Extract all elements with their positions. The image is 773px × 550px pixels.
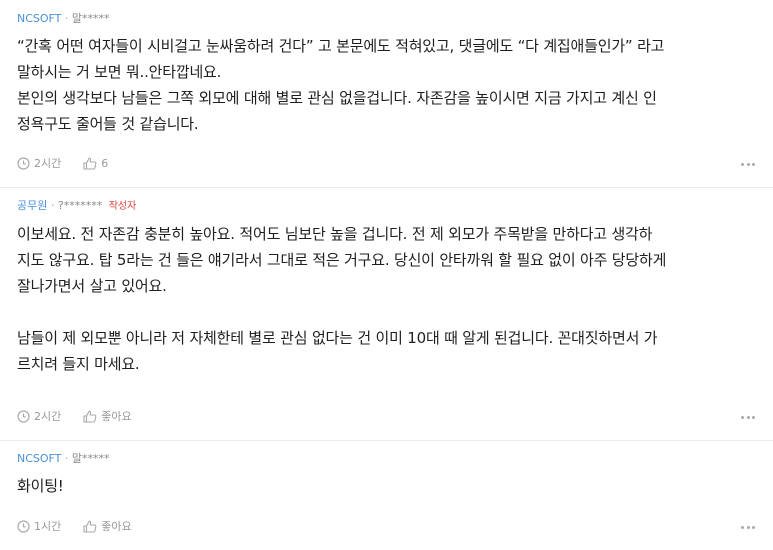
comment-time-label: 1시간 xyxy=(34,520,62,533)
thumbs-up-icon xyxy=(83,520,97,533)
comment-author-meta: 공무원 · ?******* 작성자 xyxy=(17,198,756,215)
meta-separator: · xyxy=(50,199,55,212)
comment-time: 2시간 xyxy=(17,408,61,424)
comment-time-label: 2시간 xyxy=(34,410,62,423)
author-company[interactable]: 공무원 xyxy=(17,199,47,212)
comment-author-meta: NCSOFT · 말***** xyxy=(17,451,756,467)
author-nickname: 말***** xyxy=(71,12,110,25)
comment-body: 이보세요. 전 자존감 충분히 높아요. 적어도 님보단 높을 겁니다. 전 제… xyxy=(17,221,756,377)
clock-icon xyxy=(17,409,30,423)
comment-line: 남들이 제 외모뿐 아니라 저 자체한테 별로 관심 없다는 건 이미 10대 … xyxy=(17,329,658,347)
comment-body: “간혹 어떤 여자들이 시비걸고 눈싸움하려 건다” 고 본문에도 적혀있고, … xyxy=(17,33,756,137)
author-nickname: ?******* xyxy=(57,199,103,212)
comment-item: 공무원 · ?******* 작성자 이보세요. 전 자존감 충분히 높아요. … xyxy=(0,188,773,441)
comment-line: 말하시는 거 보면 뭐..안타깝네요. xyxy=(17,63,222,81)
like-label: 좋아요 xyxy=(101,410,132,423)
clock-icon xyxy=(17,156,30,170)
meta-separator: · xyxy=(64,12,69,25)
comment-actions: 2시간 6 xyxy=(17,155,130,171)
comment-line: 본인의 생각보다 남들은 그쪽 외모에 대해 별로 관심 없을겁니다. 자존감을… xyxy=(17,89,657,107)
thumbs-up-icon xyxy=(83,410,97,423)
comment-actions: 2시간 좋아요 xyxy=(17,408,154,424)
comment-body: 화이팅! xyxy=(17,473,756,499)
comment-line: 화이팅! xyxy=(17,477,64,495)
comment-line: 잘나가면서 살고 있어요. xyxy=(17,277,167,295)
more-options-icon[interactable] xyxy=(741,524,755,530)
comment-item: NCSOFT · 말***** “간혹 어떤 여자들이 시비걸고 눈싸움하려 건… xyxy=(0,0,773,188)
comment-line: 르치려 들지 마세요. xyxy=(17,355,140,373)
comment-line: “간혹 어떤 여자들이 시비걸고 눈싸움하려 건다” 고 본문에도 적혀있고, … xyxy=(17,37,665,55)
author-badge: 작성자 xyxy=(108,201,137,212)
like-button[interactable]: 좋아요 xyxy=(83,408,132,424)
like-button[interactable]: 6 xyxy=(83,157,108,170)
comment-actions: 1시간 좋아요 xyxy=(17,518,154,534)
meta-separator: · xyxy=(64,452,69,465)
author-company[interactable]: NCSOFT xyxy=(17,12,61,25)
like-button[interactable]: 좋아요 xyxy=(83,518,132,534)
comment-author-meta: NCSOFT · 말***** xyxy=(17,11,756,27)
comment-time-label: 2시간 xyxy=(34,157,62,170)
thumbs-up-icon xyxy=(83,157,97,170)
like-label: 좋아요 xyxy=(101,520,132,533)
comment-time: 2시간 xyxy=(17,155,61,171)
author-nickname: 말***** xyxy=(71,452,110,465)
author-company[interactable]: NCSOFT xyxy=(17,452,61,465)
clock-icon xyxy=(17,519,30,533)
comment-line: 이보세요. 전 자존감 충분히 높아요. 적어도 님보단 높을 겁니다. 전 제… xyxy=(17,225,653,243)
like-label: 6 xyxy=(101,156,109,170)
comment-time: 1시간 xyxy=(17,518,61,534)
more-options-icon[interactable] xyxy=(741,414,755,420)
comment-line: 정욕구도 줄어들 것 같습니다. xyxy=(17,115,199,133)
comment-item: NCSOFT · 말***** 화이팅! 1시간 좋아요 xyxy=(0,441,773,550)
comment-list: NCSOFT · 말***** “간혹 어떤 여자들이 시비걸고 눈싸움하려 건… xyxy=(0,0,773,550)
comment-line: 지도 않구요. 탑 5라는 건 들은 얘기라서 그대로 적은 거구요. 당신이 … xyxy=(17,251,667,269)
more-options-icon[interactable] xyxy=(741,161,755,167)
